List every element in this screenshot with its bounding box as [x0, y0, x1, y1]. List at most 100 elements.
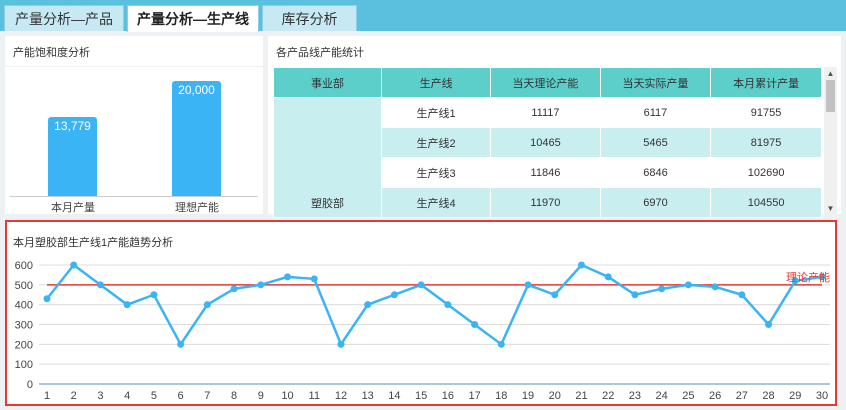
data-point — [43, 295, 51, 303]
x-tick-label: 25 — [682, 390, 694, 402]
tab-line-output[interactable]: 产量分析—生产线 — [127, 5, 259, 32]
y-tick-label: 100 — [15, 359, 33, 371]
data-point — [284, 273, 292, 281]
bar-ideal-capacity: 20,000 — [172, 81, 221, 196]
data-point — [364, 301, 372, 309]
trend-chart: 01002003004005006001 2 3 4 5 6 7 8 9 10 11 12 13 14 15… — [15, 260, 830, 402]
scroll-thumb[interactable] — [826, 80, 835, 112]
capacity-title: 产能饱和度分析 — [13, 47, 90, 59]
x-tick-label: 1 — [44, 390, 50, 402]
table-row: 塑胶部 生产线1 11117 6117 91755 — [272, 97, 822, 218]
table-cell: 81975 — [710, 127, 822, 158]
col-month: 本月累计产量 — [710, 67, 822, 98]
x-tick-label: 4 — [124, 390, 130, 402]
data-point — [684, 281, 692, 289]
scroll-up-icon[interactable]: ▲ — [825, 68, 836, 79]
y-tick-label: 500 — [15, 280, 33, 292]
x-tick-label: 6 — [178, 390, 184, 402]
data-point — [96, 281, 104, 289]
data-point — [257, 281, 265, 289]
data-point — [577, 261, 585, 269]
tab-inventory[interactable]: 库存分析 — [262, 5, 357, 31]
x-tick-label: 8 — [231, 390, 237, 402]
stats-title: 各产品线产能统计 — [276, 47, 364, 59]
x-tick-label: 30 — [816, 390, 828, 402]
col-theory: 当天理论产能 — [490, 67, 601, 98]
x-tick-label: 28 — [762, 390, 774, 402]
data-point — [310, 275, 318, 283]
tab-product-output[interactable]: 产量分析—产品 — [4, 5, 124, 31]
scroll-down-icon[interactable]: ▼ — [825, 203, 836, 214]
table-header-row: 事业部 生产线 当天理论产能 当天实际产量 本月累计产量 — [272, 67, 822, 98]
col-dept: 事业部 — [272, 67, 383, 98]
dept-cell: 塑胶部 — [272, 97, 383, 218]
data-point — [390, 291, 398, 299]
capacity-panel: 产能饱和度分析 13,779 20,000 本月产量 理想产能 — [5, 36, 263, 214]
x-tick-label: 17 — [468, 390, 480, 402]
data-point — [524, 281, 532, 289]
x-tick-label: 13 — [362, 390, 374, 402]
y-tick-label: 0 — [27, 379, 33, 391]
table-cell: 91755 — [710, 97, 822, 128]
bar-monthly-output-label: 本月产量 — [51, 202, 95, 214]
table-scrollbar[interactable]: ▲ ▼ — [824, 67, 837, 215]
table-cell: 102690 — [710, 157, 822, 188]
data-point — [230, 285, 238, 293]
y-tick-label: 600 — [15, 260, 33, 272]
trend-panel: 本月塑胶部生产线1产能趋势分析 0 100 200 300 400 500 600 1 2 3 4 5… — [5, 220, 837, 406]
table-cell: 104550 — [710, 187, 822, 218]
col-actual: 当天实际产量 — [599, 67, 712, 98]
bar-ideal-capacity-label: 理想产能 — [175, 202, 219, 214]
y-tick-label: 300 — [15, 320, 33, 332]
col-line: 生产线 — [381, 67, 492, 98]
table-cell: 生产线4 — [381, 187, 492, 218]
table-cell: 生产线2 — [381, 127, 492, 158]
data-point — [177, 340, 185, 348]
x-tick-label: 7 — [204, 390, 210, 402]
data-point — [551, 291, 559, 299]
x-tick-label: 18 — [495, 390, 507, 402]
x-tick-label: 15 — [415, 390, 427, 402]
x-tick-label: 10 — [281, 390, 293, 402]
table-cell: 5465 — [599, 127, 712, 158]
bar-monthly-output: 13,779 — [48, 117, 97, 196]
x-tick-label: 16 — [442, 390, 454, 402]
x-tick-label: 19 — [522, 390, 534, 402]
x-tick-label: 14 — [388, 390, 400, 402]
x-tick-label: 29 — [789, 390, 801, 402]
data-point — [658, 285, 666, 293]
data-point — [471, 321, 479, 328]
y-tick-label: 400 — [15, 300, 33, 312]
data-point — [150, 291, 158, 299]
data-point — [711, 283, 719, 291]
x-tick-label: 2 — [71, 390, 77, 402]
x-tick-label: 20 — [549, 390, 561, 402]
table-cell: 生产线1 — [381, 97, 492, 128]
data-point — [604, 273, 612, 281]
x-tick-label: 12 — [335, 390, 347, 402]
x-tick-label: 22 — [602, 390, 614, 402]
table-cell: 10465 — [490, 127, 601, 158]
data-point — [444, 301, 452, 309]
bar-monthly-output-value: 13,779 — [54, 119, 91, 133]
table-cell: 6970 — [599, 187, 712, 218]
data-point — [765, 321, 773, 328]
table-cell: 6117 — [599, 97, 712, 128]
bar-ideal-capacity-value: 20,000 — [178, 83, 215, 97]
x-tick-label: 9 — [258, 390, 264, 402]
data-point — [203, 301, 211, 309]
x-tick-label: 21 — [575, 390, 587, 402]
data-point — [417, 281, 425, 289]
table-cell: 11970 — [490, 187, 601, 218]
data-point — [123, 301, 131, 309]
tab-bar: 产量分析—产品 产量分析—生产线 库存分析 — [0, 0, 846, 32]
table-cell: 生产线3 — [381, 157, 492, 188]
x-tick-label: 26 — [709, 390, 721, 402]
x-tick-label: 24 — [656, 390, 668, 402]
stats-table: 事业部 生产线 当天理论产能 当天实际产量 本月累计产量 塑胶部 生产线1 11… — [272, 67, 822, 218]
data-point — [631, 291, 639, 299]
x-tick-label: 27 — [736, 390, 748, 402]
x-tick-label: 3 — [97, 390, 103, 402]
x-tick-label: 11 — [309, 390, 320, 402]
data-point — [70, 261, 78, 269]
